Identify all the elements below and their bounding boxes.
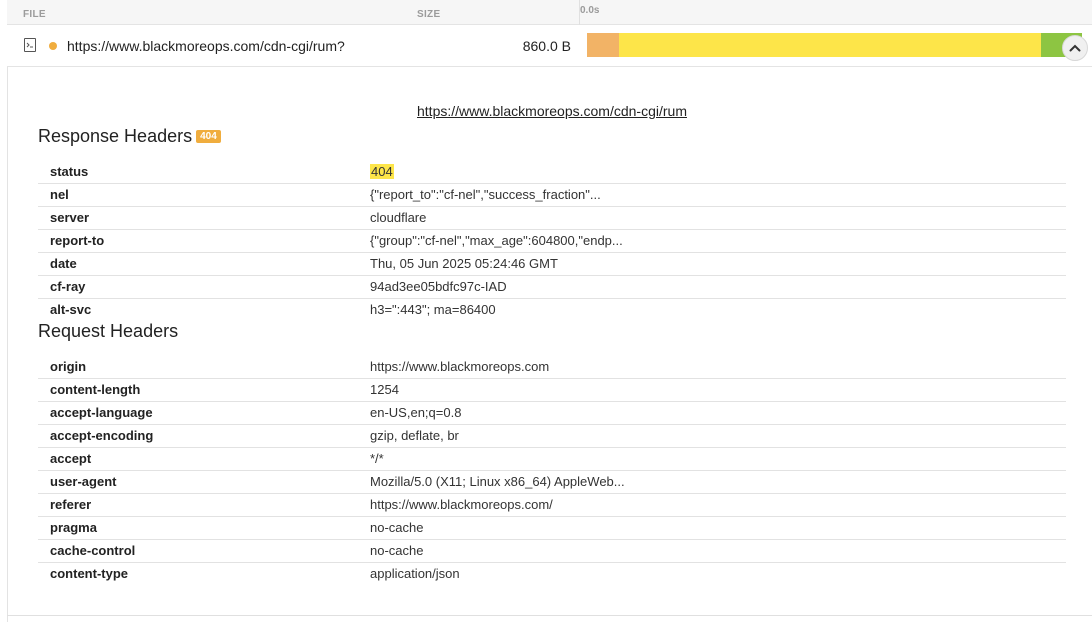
chevron-up-icon [1069, 44, 1081, 52]
header-row: content-length 1254 [38, 378, 1066, 402]
header-row: status 404 [38, 160, 1066, 184]
collapse-button[interactable] [1062, 35, 1088, 61]
header-value-cell: */* [370, 447, 1066, 471]
header-name: alt-svc [50, 302, 92, 318]
header-value: Thu, 05 Jun 2025 05:24:46 GMT [370, 256, 558, 271]
entry-size: 860.0 B [522, 38, 571, 54]
footer-divider [7, 615, 1092, 616]
header-value: https://www.blackmoreops.com/ [370, 497, 553, 512]
header-value: gzip, deflate, br [370, 428, 459, 443]
header-row: accept-encoding gzip, deflate, br [38, 424, 1066, 448]
header-row: alt-svc h3=":443"; ma=86400 [38, 298, 1066, 321]
request-headers-title: Request Headers [38, 321, 179, 341]
header-value: 404 [370, 163, 394, 179]
header-row: nel {"report_to":"cf-nel","success_fracti… [38, 183, 1066, 207]
size-column-header[interactable]: SIZE [417, 9, 440, 20]
header-name: content-type [50, 566, 128, 582]
header-value: en-US,en;q=0.8 [370, 405, 462, 420]
header-value-cell: 94ad3ee05bdfc97c-IAD [370, 275, 1066, 299]
header-value-cell: Mozilla/5.0 (X11; Linux x86_64) AppleWeb… [370, 470, 1066, 494]
response-headers-label: Response Headers [38, 126, 193, 146]
header-name: origin [38, 355, 370, 379]
response-headers-title: Response Headers 404 [38, 126, 221, 147]
header-value: 1254 [370, 382, 399, 397]
timing-bar[interactable] [587, 33, 1082, 57]
header-value: {"group":"cf-nel","max_age":604800,"endp… [370, 233, 623, 248]
timing-download-segment [619, 33, 1041, 57]
header-value-cell: no-cache [370, 539, 1066, 563]
header-value-cell: 404 [370, 160, 1066, 184]
request-headers-table: origin https://www.blackmoreops.com conten… [38, 355, 1066, 585]
header-value: Mozilla/5.0 (X11; Linux x86_64) AppleWeb… [370, 474, 625, 489]
header-row: report-to {"group":"cf-nel","max_age":604… [38, 229, 1066, 253]
header-value: h3=":443"; ma=86400 [370, 302, 496, 318]
header-name: user-agent [38, 470, 370, 494]
header-value-cell: h3=":443"; ma=86400 [370, 298, 1066, 321]
header-row: user-agent Mozilla/5.0 (X11; Linux x86_64… [38, 470, 1066, 494]
header-name: cache-control [38, 539, 370, 563]
header-row: referer https://www.blackmoreops.com/ [38, 493, 1066, 517]
entry-url[interactable]: https://www.blackmoreops.com/cdn-cgi/rum… [67, 38, 345, 54]
file-code-icon [24, 38, 36, 52]
header-value-cell: Thu, 05 Jun 2025 05:24:46 GMT [370, 252, 1066, 276]
header-row: accept-language en-US,en;q=0.8 [38, 401, 1066, 425]
header-value: {"report_to":"cf-nel","success_fraction"… [370, 187, 601, 202]
header-value-cell: en-US,en;q=0.8 [370, 401, 1066, 425]
response-headers-table: status 404 nel {"report_to":"cf-nel","succe… [38, 160, 1066, 321]
header-value-cell: application/json [370, 562, 1066, 585]
header-value: no-cache [370, 520, 424, 535]
header-name: cf-ray [38, 275, 370, 299]
header-name: content-length [38, 378, 370, 402]
header-value-cell: 1254 [370, 378, 1066, 402]
header-name: accept [38, 447, 370, 471]
header-name: pragma [38, 516, 370, 540]
header-value: cloudflare [370, 210, 427, 225]
response-code-badge: 404 [196, 130, 221, 143]
header-name: status [38, 160, 370, 184]
header-row: cf-ray 94ad3ee05bdfc97c-IAD [38, 275, 1066, 299]
header-name: accept-language [38, 401, 370, 425]
header-row: accept */* [38, 447, 1066, 471]
header-name: referer [38, 493, 370, 517]
header-row: origin https://www.blackmoreops.com [38, 355, 1066, 379]
network-entry-row[interactable]: https://www.blackmoreops.com/cdn-cgi/rum… [7, 25, 1092, 67]
timeline-start-label: 0.0s [580, 5, 600, 16]
header-value: no-cache [370, 543, 424, 558]
header-value: https://www.blackmoreops.com [370, 358, 550, 374]
header-value-cell: cloudflare [370, 206, 1066, 230]
header-value-cell: {"group":"cf-nel","max_age":604800,"endp… [370, 229, 1066, 253]
header-row: date Thu, 05 Jun 2025 05:24:46 GMT [38, 252, 1066, 276]
header-value-cell: https://www.blackmoreops.com [370, 355, 1066, 379]
header-value: application/json [370, 566, 460, 582]
header-row: cache-control no-cache [38, 539, 1066, 563]
status-dot [49, 42, 57, 50]
header-value-cell: gzip, deflate, br [370, 424, 1066, 448]
request-url-link[interactable]: https://www.blackmoreops.com/cdn-cgi/rum [0, 103, 1092, 119]
header-value-cell: {"report_to":"cf-nel","success_fraction"… [370, 183, 1066, 207]
header-name: server [38, 206, 370, 230]
header-row: server cloudflare [38, 206, 1066, 230]
header-value-cell: no-cache [370, 516, 1066, 540]
header-name: accept-encoding [38, 424, 370, 448]
header-name: nel [38, 183, 370, 207]
header-value: */* [370, 451, 384, 466]
header-value: 94ad3ee05bdfc97c-IAD [370, 279, 507, 294]
header-name: report-to [38, 229, 370, 253]
file-column-header[interactable]: FILE [23, 9, 46, 20]
header-value-cell: https://www.blackmoreops.com/ [370, 493, 1066, 517]
header-name: date [38, 252, 370, 276]
header-row: content-type application/json [38, 562, 1066, 585]
timing-wait-segment [587, 33, 619, 57]
column-header-bar: FILE SIZE [7, 0, 1092, 25]
header-row: pragma no-cache [38, 516, 1066, 540]
